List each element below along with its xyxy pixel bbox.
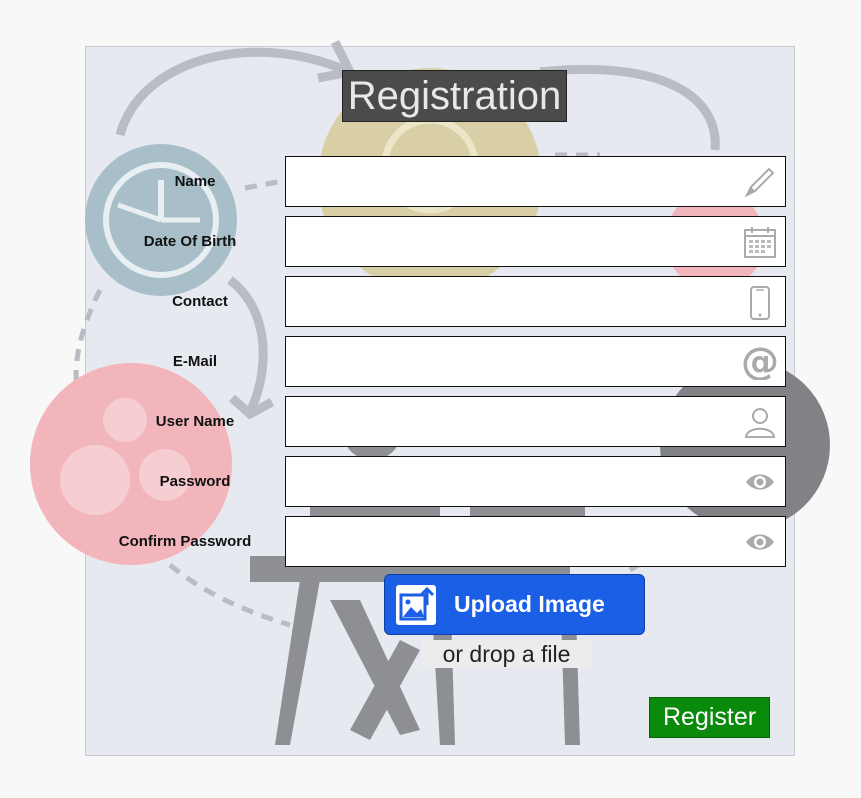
drop-file-label[interactable]: or drop a file bbox=[422, 640, 591, 668]
confirm-password-field[interactable] bbox=[285, 516, 786, 567]
upload-image-button[interactable]: Upload Image bbox=[384, 574, 645, 635]
dob-label: Date Of Birth bbox=[143, 233, 237, 250]
password-label: Password bbox=[159, 473, 231, 490]
email-field[interactable]: @ bbox=[285, 336, 786, 387]
at-icon: @ bbox=[741, 342, 779, 380]
username-label: User Name bbox=[155, 413, 235, 430]
name-field[interactable] bbox=[285, 156, 786, 207]
contact-input[interactable] bbox=[292, 283, 735, 320]
confirm-password-label: Confirm Password bbox=[118, 533, 252, 550]
password-input[interactable] bbox=[292, 463, 735, 500]
eye-icon[interactable] bbox=[743, 525, 777, 559]
svg-text:@: @ bbox=[741, 342, 779, 380]
calendar-icon bbox=[744, 227, 776, 258]
register-button[interactable]: Register bbox=[649, 697, 770, 738]
confirm-password-input[interactable] bbox=[292, 523, 735, 560]
email-label: E-Mail bbox=[172, 353, 218, 370]
upload-image-label: Upload Image bbox=[454, 591, 605, 617]
contact-label: Contact bbox=[172, 293, 228, 310]
password-field[interactable] bbox=[285, 456, 786, 507]
dob-input[interactable] bbox=[292, 223, 735, 260]
username-input[interactable] bbox=[292, 403, 735, 440]
user-icon bbox=[744, 408, 776, 438]
page-title: Registration bbox=[342, 70, 567, 122]
name-label: Name bbox=[174, 173, 216, 190]
username-field[interactable] bbox=[285, 396, 786, 447]
image-upload-icon bbox=[396, 585, 436, 625]
contact-field[interactable] bbox=[285, 276, 786, 327]
eye-icon[interactable] bbox=[743, 465, 777, 499]
name-input[interactable] bbox=[292, 163, 735, 200]
email-input[interactable] bbox=[292, 343, 735, 380]
pencil-icon bbox=[744, 167, 775, 198]
dob-field[interactable] bbox=[285, 216, 786, 267]
phone-icon bbox=[750, 286, 770, 320]
